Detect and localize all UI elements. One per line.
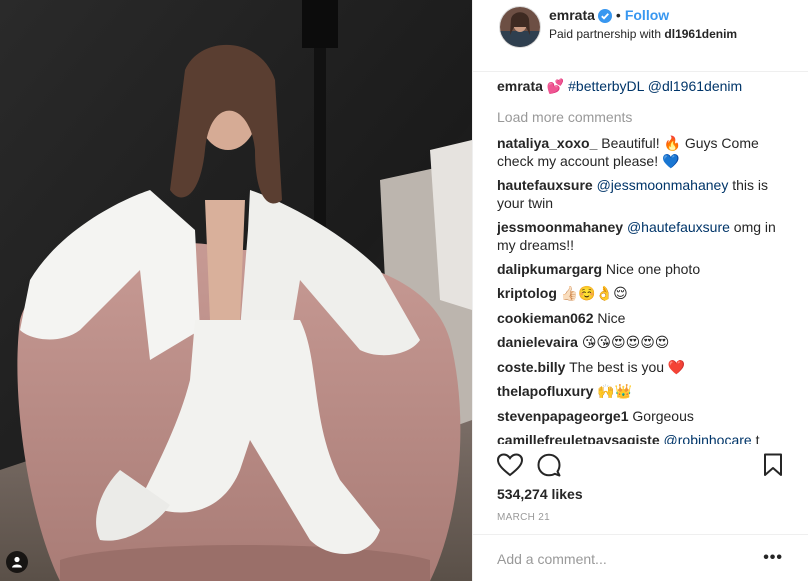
- speech-bubble-icon: [537, 453, 561, 477]
- avatar[interactable]: [499, 6, 541, 48]
- heart-outline-icon: [496, 453, 524, 477]
- tagged-people-button[interactable]: [6, 551, 28, 573]
- caption-username[interactable]: emrata: [497, 78, 543, 94]
- person-tag-icon: [12, 556, 22, 568]
- comment: danielevaira 😘😘😍😍😍😍: [497, 333, 793, 352]
- likes-count[interactable]: 534,274 likes: [497, 486, 583, 502]
- add-comment-input[interactable]: [497, 549, 747, 569]
- comment-username[interactable]: kriptolog: [497, 285, 557, 301]
- comment-text: Nice one photo: [605, 261, 701, 277]
- load-more-comments-button[interactable]: Load more comments: [497, 108, 793, 126]
- caption-hashtag[interactable]: #betterbyDL: [568, 78, 644, 94]
- comment-mention[interactable]: @hautefauxsure: [627, 219, 730, 235]
- comment: cookieman062 Nice: [497, 309, 793, 327]
- comment: stevenpapageorge1 Gorgeous: [497, 407, 793, 425]
- comment-button[interactable]: [537, 453, 561, 482]
- comment-username[interactable]: coste.billy: [497, 359, 565, 375]
- post-side-panel: emrata • Follow Paid partnership with dl19…: [472, 0, 808, 581]
- comment-username[interactable]: camillefreuletpaysagiste: [497, 432, 660, 444]
- bookmark-icon: [764, 453, 782, 476]
- caption: emrata 💕 #betterbyDL @dl1961denim: [497, 77, 793, 96]
- comment-username[interactable]: hautefauxsure: [497, 177, 593, 193]
- comment-text: Gorgeous: [632, 408, 694, 424]
- post-username[interactable]: emrata: [549, 7, 595, 23]
- paid-partnership-label: Paid partnership with dl1961denim: [549, 27, 737, 41]
- save-button[interactable]: [763, 453, 783, 482]
- post-date[interactable]: MARCH 21: [497, 512, 550, 523]
- comment-username[interactable]: danielevaira: [497, 334, 578, 350]
- follow-button[interactable]: Follow: [625, 7, 669, 23]
- comment-username[interactable]: jessmoonmahaney: [497, 219, 623, 235]
- caption-mention[interactable]: @dl1961denim: [648, 78, 742, 94]
- partnership-brand-link[interactable]: dl1961denim: [664, 27, 737, 41]
- comment-username[interactable]: stevenpapageorge1: [497, 408, 629, 424]
- verified-badge-icon: [597, 9, 612, 26]
- post-header: emrata • Follow Paid partnership with dl19…: [473, 0, 808, 72]
- comment-text: t: [755, 432, 760, 444]
- comment-username[interactable]: thelapofluxury: [497, 383, 593, 399]
- comments-list: emrata 💕 #betterbyDL @dl1961denim Load m…: [497, 72, 793, 444]
- avatar-image: [500, 7, 540, 47]
- add-comment-section: •••: [473, 534, 808, 581]
- separator-dot: •: [615, 7, 621, 23]
- comment: jessmoonmahaney @hautefauxsure omg in my…: [497, 218, 793, 254]
- post-actions: [496, 453, 785, 482]
- comment-mention[interactable]: @jessmoonmahaney: [597, 177, 729, 193]
- comment: kriptolog 👍🏻☺️👌😌: [497, 284, 793, 303]
- comment-username[interactable]: cookieman062: [497, 310, 594, 326]
- comment: nataliya_xoxo_ Beautiful! 🔥 Guys Come ch…: [497, 134, 793, 170]
- comment-text: 👍🏻☺️👌😌: [560, 286, 628, 302]
- post-photo[interactable]: [0, 0, 472, 581]
- comment-text: 😘😘😍😍😍😍: [581, 335, 670, 351]
- like-button[interactable]: [496, 453, 524, 482]
- caption-emoji: 💕: [546, 79, 565, 95]
- comment: thelapofluxury 🙌👑: [497, 382, 793, 401]
- comment-text: 🙌👑: [597, 384, 633, 400]
- partnership-prefix: Paid partnership with: [549, 27, 662, 41]
- post-image: [0, 0, 472, 581]
- comment-mention[interactable]: @robinhocare: [664, 432, 752, 444]
- comment: camillefreuletpaysagiste @robinhocare t: [497, 431, 793, 444]
- comment: hautefauxsure @jessmoonmahaney this is y…: [497, 176, 793, 212]
- comment-username[interactable]: dalipkumargarg: [497, 261, 602, 277]
- comment: dalipkumargarg Nice one photo: [497, 260, 793, 278]
- comment: coste.billy The best is you ❤️: [497, 358, 793, 376]
- comment-text: The best is you ❤️: [569, 359, 686, 375]
- comment-text: Nice: [597, 310, 626, 326]
- more-options-button[interactable]: •••: [763, 549, 783, 567]
- comment-username[interactable]: nataliya_xoxo_: [497, 135, 597, 151]
